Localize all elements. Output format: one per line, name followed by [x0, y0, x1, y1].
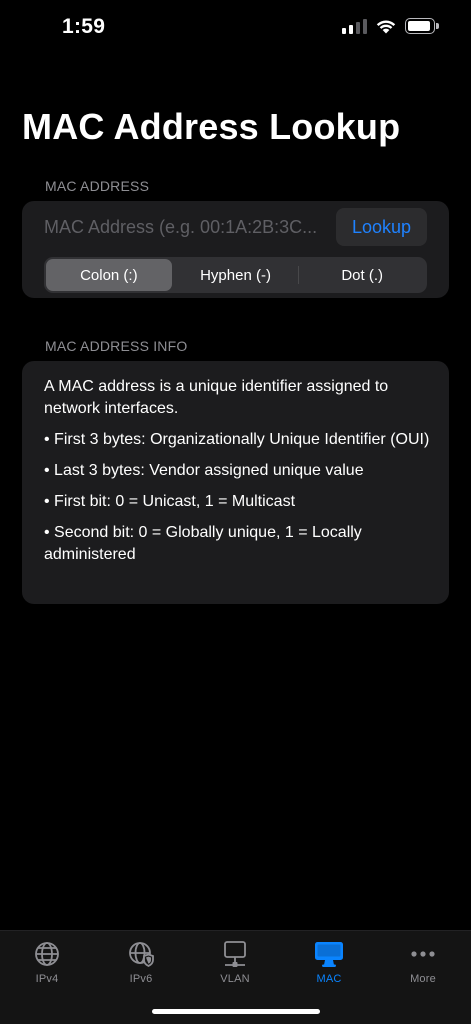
info-bullet-first-bit: • First bit: 0 = Unicast, 1 = Multicast [44, 493, 296, 510]
tab-label: MAC [316, 973, 342, 985]
battery-icon [405, 18, 439, 34]
desktop-computer-icon [314, 939, 344, 969]
network-display-icon [220, 939, 250, 969]
segment-dot[interactable]: Dot (.) [299, 259, 425, 291]
tab-mac[interactable]: MAC [282, 939, 376, 985]
info-text: A MAC address is a unique identifier ass… [44, 376, 434, 575]
status-time: 1:59 [62, 15, 106, 38]
tab-label: More [410, 973, 436, 985]
lookup-button[interactable]: Lookup [336, 208, 427, 246]
info-bullet-second-bit: • Second bit: 0 = Globally unique, 1 = L… [44, 524, 362, 563]
format-segmented-control: Colon (:) Hyphen (-) Dot (.) [44, 257, 427, 293]
info-paragraph: A MAC address is a unique identifier ass… [44, 378, 389, 417]
tab-more[interactable]: More [376, 939, 470, 985]
segment-hyphen[interactable]: Hyphen (-) [173, 259, 299, 291]
status-icons [342, 18, 439, 34]
info-bullet-oui: • First 3 bytes: Organizationally Unique… [44, 431, 430, 448]
tab-label: IPv6 [129, 973, 153, 985]
tab-ipv6[interactable]: IPv6 [94, 939, 188, 985]
tab-label: IPv4 [35, 973, 59, 985]
home-indicator [152, 1009, 320, 1014]
status-bar: 1:59 [0, 0, 471, 56]
wifi-icon [376, 20, 396, 34]
globe-icon [32, 939, 62, 969]
page-title: MAC Address Lookup [22, 106, 401, 147]
ellipsis-icon [408, 939, 438, 969]
battery-level-fill [408, 21, 430, 31]
tab-label: VLAN [220, 973, 250, 985]
tab-ipv4[interactable]: IPv4 [0, 939, 94, 985]
tab-vlan[interactable]: VLAN [188, 939, 282, 985]
mac-address-card: Lookup Colon (:) Hyphen (-) Dot (.) [22, 201, 449, 298]
mac-info-card: A MAC address is a unique identifier ass… [22, 361, 449, 604]
mac-input-row: Lookup [44, 207, 427, 247]
info-bullet-vendor: • Last 3 bytes: Vendor assigned unique v… [44, 462, 364, 479]
segment-colon[interactable]: Colon (:) [46, 259, 172, 291]
screen: 1:59 MAC Address Lookup MAC ADDRESS MAC … [0, 0, 471, 1024]
mac-address-input[interactable] [44, 207, 328, 247]
cellular-signal-icon [342, 18, 367, 34]
mac-info-section-header: MAC ADDRESS INFO [45, 338, 188, 354]
mac-address-section-header: MAC ADDRESS [45, 178, 150, 194]
globe-shield-icon [126, 939, 156, 969]
